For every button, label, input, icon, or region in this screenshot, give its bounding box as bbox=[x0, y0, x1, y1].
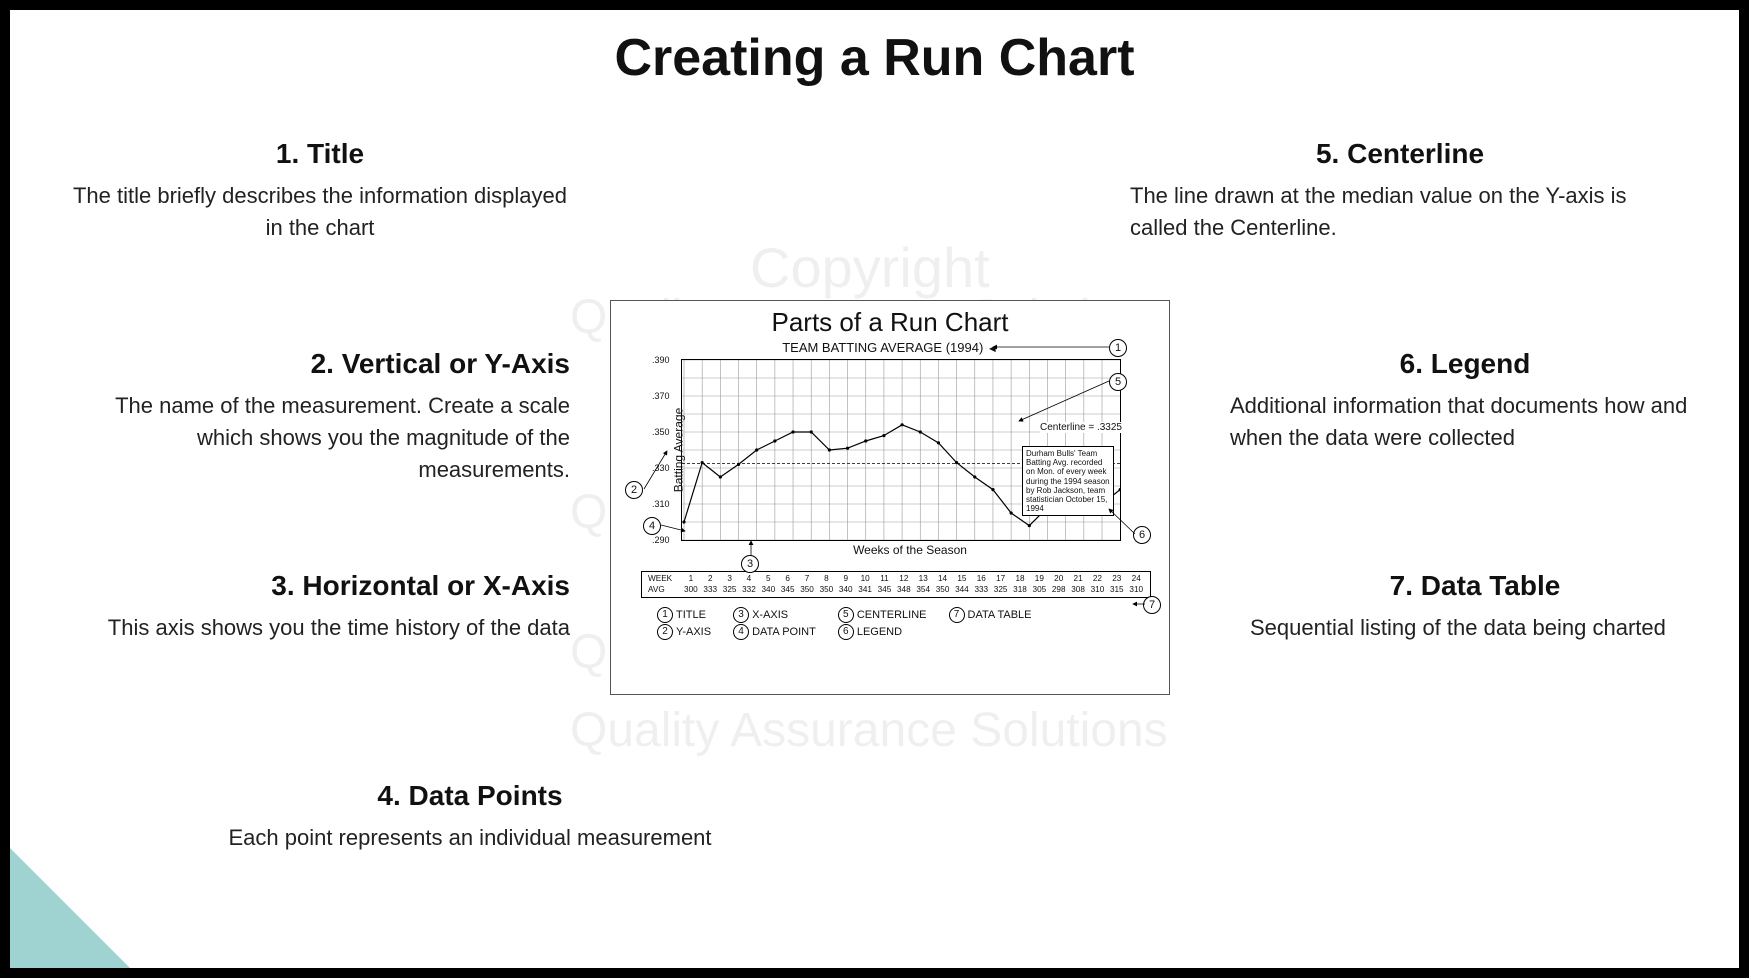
key-item: 7DATA TABLE bbox=[949, 607, 1032, 623]
key-item: 6LEGEND bbox=[838, 624, 927, 640]
section-centerline: 5. Centerline The line drawn at the medi… bbox=[1130, 138, 1670, 244]
section-heading: 6. Legend bbox=[1230, 348, 1700, 380]
callout-5: 5 bbox=[1109, 373, 1127, 391]
section-heading: 5. Centerline bbox=[1130, 138, 1670, 170]
watermark-qas-4: Quality Assurance Solutions bbox=[570, 703, 1168, 758]
y-tick-label: .350 bbox=[652, 427, 670, 437]
callout-3: 3 bbox=[741, 555, 759, 573]
section-heading: 4. Data Points bbox=[190, 780, 750, 812]
callout-7: 7 bbox=[1143, 596, 1161, 614]
key-item: 4DATA POINT bbox=[733, 624, 816, 640]
chart-plot-area: Batting Average .390.370.350.330.310.290… bbox=[681, 359, 1121, 541]
chart-data-table: WEEK123456789101112131415161718192021222… bbox=[641, 571, 1151, 598]
callout-2: 2 bbox=[625, 481, 643, 499]
chart-y-axis-label: Batting Average bbox=[671, 408, 685, 493]
chart-x-axis-label: Weeks of the Season bbox=[661, 543, 1159, 557]
section-x-axis: 3. Horizontal or X-Axis This axis shows … bbox=[70, 570, 570, 644]
section-heading: 1. Title bbox=[70, 138, 570, 170]
slide-frame: Creating a Run Chart Copyright Quality A… bbox=[0, 0, 1749, 978]
y-tick-label: .310 bbox=[652, 499, 670, 509]
chart-legend-box: Durham Bulls' Team Batting Avg. recorded… bbox=[1022, 446, 1114, 516]
diagram-key: 1TITLE2Y-AXIS 3X-AXIS4DATA POINT 5CENTERLI… bbox=[657, 606, 1159, 641]
key-item: 5CENTERLINE bbox=[838, 607, 927, 623]
key-item: 2Y-AXIS bbox=[657, 624, 711, 640]
corner-decoration bbox=[10, 848, 130, 968]
section-legend: 6. Legend Additional information that do… bbox=[1230, 348, 1700, 454]
section-data-table: 7. Data Table Sequential listing of the … bbox=[1250, 570, 1700, 644]
callout-6: 6 bbox=[1133, 526, 1151, 544]
run-chart-diagram: Parts of a Run Chart TEAM BATTING AVERAG… bbox=[610, 300, 1170, 695]
y-tick-label: .290 bbox=[652, 535, 670, 545]
section-heading: 3. Horizontal or X-Axis bbox=[70, 570, 570, 602]
diagram-subtitle: TEAM BATTING AVERAGE (1994) ◄ bbox=[621, 340, 1159, 355]
section-body: Sequential listing of the data being cha… bbox=[1250, 612, 1700, 644]
centerline-label: Centerline = .3325 bbox=[1040, 422, 1122, 433]
section-y-axis: 2. Vertical or Y-Axis The name of the me… bbox=[70, 348, 570, 486]
callout-1: 1 bbox=[1109, 339, 1127, 357]
section-body: This axis shows you the time history of … bbox=[70, 612, 570, 644]
callout-4: 4 bbox=[643, 517, 661, 535]
section-body: The title briefly describes the informat… bbox=[70, 180, 570, 244]
y-tick-label: .330 bbox=[652, 463, 670, 473]
section-heading: 7. Data Table bbox=[1250, 570, 1700, 602]
section-title: 1. Title The title briefly describes the… bbox=[70, 138, 570, 244]
section-body: The line drawn at the median value on th… bbox=[1130, 180, 1670, 244]
section-body: The name of the measurement. Create a sc… bbox=[70, 390, 570, 486]
key-item: 1TITLE bbox=[657, 607, 711, 623]
page-title: Creating a Run Chart bbox=[10, 28, 1739, 88]
section-data-points: 4. Data Points Each point represents an … bbox=[190, 780, 750, 854]
section-body: Each point represents an individual meas… bbox=[190, 822, 750, 854]
diagram-title: Parts of a Run Chart bbox=[621, 307, 1159, 338]
section-heading: 2. Vertical or Y-Axis bbox=[70, 348, 570, 380]
y-tick-label: .390 bbox=[652, 355, 670, 365]
section-body: Additional information that documents ho… bbox=[1230, 390, 1700, 454]
y-tick-label: .370 bbox=[652, 391, 670, 401]
watermark-copyright: Copyright bbox=[750, 235, 990, 300]
key-item: 3X-AXIS bbox=[733, 607, 816, 623]
